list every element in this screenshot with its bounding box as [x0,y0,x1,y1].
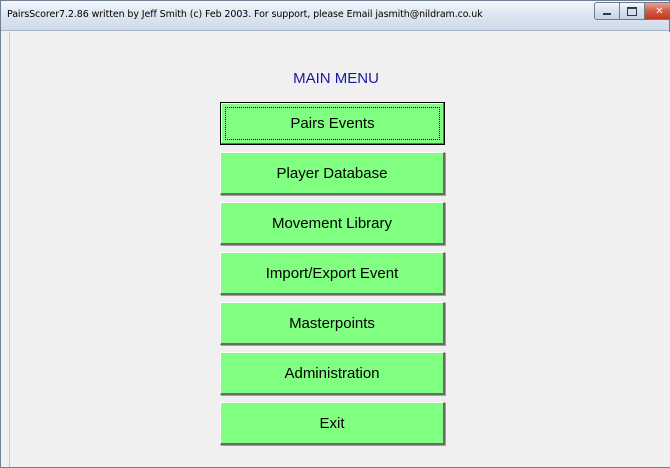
title-bar[interactable]: PairsScorer7.2.86 written by Jeff Smith … [1,1,670,31]
player-database-button[interactable]: Player Database [220,152,445,195]
close-button[interactable]: ✕ [645,2,670,20]
exit-button[interactable]: Exit [220,402,445,445]
administration-button[interactable]: Administration [220,352,445,395]
maximize-button[interactable] [620,2,645,20]
minimize-button[interactable] [594,2,620,20]
window-title: PairsScorer7.2.86 written by Jeff Smith … [7,9,483,20]
administration-label: Administration [284,364,380,382]
player-database-label: Player Database [276,164,388,182]
close-icon: ✕ [655,5,664,17]
masterpoints-button[interactable]: Masterpoints [220,302,445,345]
focus-ring [225,107,440,140]
exit-label: Exit [319,414,345,432]
maximize-icon [627,6,637,16]
app-window: PairsScorer7.2.86 written by Jeff Smith … [0,0,670,468]
movement-library-label: Movement Library [271,214,393,232]
import-export-event-button[interactable]: Import/Export Event [220,252,445,295]
pairs-events-button[interactable]: Pairs Events [220,102,445,145]
main-menu-title: MAIN MENU [293,70,379,87]
masterpoints-label: Masterpoints [289,314,375,332]
movement-library-button[interactable]: Movement Library [220,202,445,245]
import-export-event-label: Import/Export Event [265,264,399,282]
window-controls: ✕ [594,2,670,20]
minimize-icon [603,13,611,15]
